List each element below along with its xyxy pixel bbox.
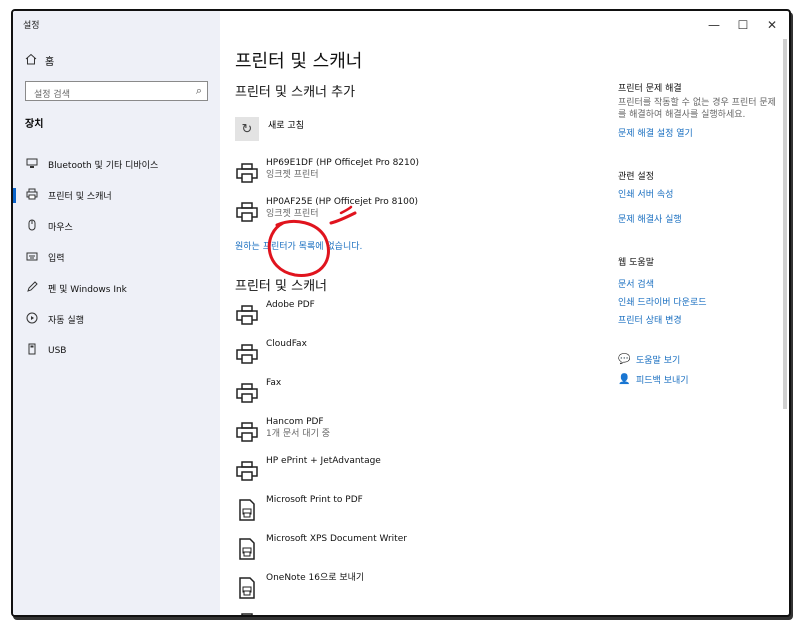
print-server-properties-link[interactable]: 인쇄 서버 속성 xyxy=(618,187,673,200)
mouse-icon xyxy=(25,219,39,234)
document-printer-icon xyxy=(235,576,259,600)
printer-list-item[interactable]: Adobe PDF xyxy=(235,299,315,327)
help-chat-icon: 💬 xyxy=(618,354,631,365)
feedback-label: 피드백 보내기 xyxy=(636,376,689,386)
printer-name: HP0AF25E (HP Officejet Pro 8100) xyxy=(266,197,419,207)
sidebar-nav: Bluetooth 및 기타 디바이스 프린터 및 스캐너 마우스 입력 펜 및… xyxy=(13,149,220,366)
printer-list-item[interactable]: Fax xyxy=(235,377,281,405)
close-button[interactable]: ✕ xyxy=(759,15,785,35)
printer-not-listed-link[interactable]: 원하는 프린터가 목록에 없습니다. xyxy=(235,239,362,252)
printer-icon xyxy=(235,611,259,615)
refresh-button[interactable]: ↻ 새로 고침 xyxy=(235,117,304,141)
printer-name: CloudFax xyxy=(266,339,307,349)
printer-list-item[interactable]: OneNote 16으로 보내기 xyxy=(235,572,364,600)
sidebar-item-bluetooth[interactable]: Bluetooth 및 기타 디바이스 xyxy=(13,149,220,180)
printer-icon xyxy=(235,303,259,327)
sidebar: 홈 ⌕ 장치 Bluetooth 및 기타 디바이스 프린터 및 스캐너 xyxy=(13,11,220,615)
settings-search[interactable]: ⌕ xyxy=(25,81,208,104)
web-link-printer-status[interactable]: 프린터 상태 변경 xyxy=(618,313,682,326)
sidebar-item-label: USB xyxy=(48,345,67,356)
printer-list-item[interactable]: HP ePrint + JetAdvantage xyxy=(235,455,381,483)
printer-icon xyxy=(235,342,259,366)
home-icon xyxy=(25,53,37,68)
printer-list-item-partial[interactable] xyxy=(235,607,259,615)
printer-status: 잉크젯 프린터 xyxy=(266,209,319,219)
printer-icon xyxy=(25,188,39,203)
section-label: 장치 xyxy=(25,119,44,130)
printer-status: 잉크젯 프린터 xyxy=(266,170,319,180)
printer-icon xyxy=(235,200,259,224)
sidebar-item-label: 자동 실행 xyxy=(48,316,84,326)
sidebar-item-typing[interactable]: 입력 xyxy=(13,242,220,273)
feedback-link[interactable]: 👤 피드백 보내기 xyxy=(618,373,689,386)
printer-name: Adobe PDF xyxy=(266,300,315,310)
home-nav[interactable]: 홈 xyxy=(25,53,54,68)
page-title: 프린터 및 스캐너 xyxy=(235,51,363,72)
bluetooth-devices-icon xyxy=(25,157,39,172)
printer-name: Microsoft Print to PDF xyxy=(266,495,363,505)
search-icon[interactable]: ⌕ xyxy=(196,84,202,98)
main-content: 프린터 및 스캐너 프린터 및 스캐너 추가 ↻ 새로 고침 HP69E1DF … xyxy=(235,11,595,615)
sidebar-item-label: 입력 xyxy=(48,254,65,264)
related-settings-heading: 관련 설정 xyxy=(618,172,654,182)
document-printer-icon xyxy=(235,498,259,522)
autoplay-icon xyxy=(25,312,39,327)
search-input[interactable] xyxy=(26,86,184,104)
settings-window: 홈 ⌕ 장치 Bluetooth 및 기타 디바이스 프린터 및 스캐너 xyxy=(11,9,791,617)
printer-icon xyxy=(235,459,259,483)
maximize-button[interactable]: ☐ xyxy=(730,15,756,35)
sidebar-item-mouse[interactable]: 마우스 xyxy=(13,211,220,242)
window-title: 설정 xyxy=(23,21,40,31)
web-help-heading: 웹 도움말 xyxy=(618,258,654,268)
home-label: 홈 xyxy=(45,57,55,68)
troubleshoot-heading: 프린터 문제 해결 xyxy=(618,84,682,94)
printer-list-item[interactable]: Microsoft Print to PDF xyxy=(235,494,363,522)
discovered-printer[interactable]: HP0AF25E (HP Officejet Pro 8100) 잉크젯 프린터 xyxy=(235,196,418,224)
get-help-link[interactable]: 💬 도움말 보기 xyxy=(618,353,680,366)
printer-list-item[interactable]: CloudFax xyxy=(235,338,307,366)
printer-name: HP69E1DF (HP OfficeJet Pro 8210) xyxy=(266,158,419,168)
add-section-title: 프린터 및 스캐너 추가 xyxy=(235,85,356,100)
sidebar-item-label: Bluetooth 및 기타 디바이스 xyxy=(48,161,159,171)
sidebar-item-label: 프린터 및 스캐너 xyxy=(48,192,112,202)
troubleshoot-text: 프린터를 작동할 수 없는 경우 프린터 문제를 해결하여 해결사를 실행하세요… xyxy=(618,98,776,120)
scrollbar[interactable] xyxy=(783,39,787,409)
keyboard-icon xyxy=(25,250,39,265)
sidebar-item-autoplay[interactable]: 자동 실행 xyxy=(13,304,220,335)
printer-name: Hancom PDF xyxy=(266,417,324,427)
printers-list-title: 프린터 및 스캐너 xyxy=(235,279,327,294)
web-link-docs[interactable]: 문서 검색 xyxy=(618,277,654,290)
web-link-drivers[interactable]: 인쇄 드라이버 다운로드 xyxy=(618,295,707,308)
printer-status: 1개 문서 대기 중 xyxy=(266,429,330,439)
sidebar-item-printers[interactable]: 프린터 및 스캐너 xyxy=(13,180,220,211)
printer-name: Fax xyxy=(266,378,282,388)
refresh-icon: ↻ xyxy=(235,117,259,141)
discovered-printer[interactable]: HP69E1DF (HP OfficeJet Pro 8210) 잉크젯 프린터 xyxy=(235,157,419,185)
troubleshoot-link[interactable]: 문제 해결 설정 열기 xyxy=(618,126,693,139)
printer-icon xyxy=(235,420,259,444)
document-printer-icon xyxy=(235,537,259,561)
feedback-icon: 👤 xyxy=(618,374,631,385)
sidebar-item-usb[interactable]: USB xyxy=(13,335,220,366)
usb-icon xyxy=(25,343,39,358)
printer-icon xyxy=(235,381,259,405)
printer-name: HP ePrint + JetAdvantage xyxy=(266,456,381,466)
get-help-label: 도움말 보기 xyxy=(636,356,681,366)
sidebar-item-label: 마우스 xyxy=(48,223,73,233)
refresh-label: 새로 고침 xyxy=(268,120,304,131)
printer-list-item[interactable]: Hancom PDF 1개 문서 대기 중 xyxy=(235,416,330,444)
pen-icon xyxy=(25,281,39,296)
printer-name: Microsoft XPS Document Writer xyxy=(266,534,407,544)
sidebar-item-pen[interactable]: 펜 및 Windows Ink xyxy=(13,273,220,304)
sidebar-item-label: 펜 및 Windows Ink xyxy=(48,285,127,295)
printer-icon xyxy=(235,161,259,185)
run-troubleshooter-link[interactable]: 문제 해결사 실행 xyxy=(618,212,682,225)
printer-list-item[interactable]: Microsoft XPS Document Writer xyxy=(235,533,407,561)
minimize-button[interactable]: — xyxy=(701,15,727,35)
printer-name: OneNote 16으로 보내기 xyxy=(266,573,365,583)
